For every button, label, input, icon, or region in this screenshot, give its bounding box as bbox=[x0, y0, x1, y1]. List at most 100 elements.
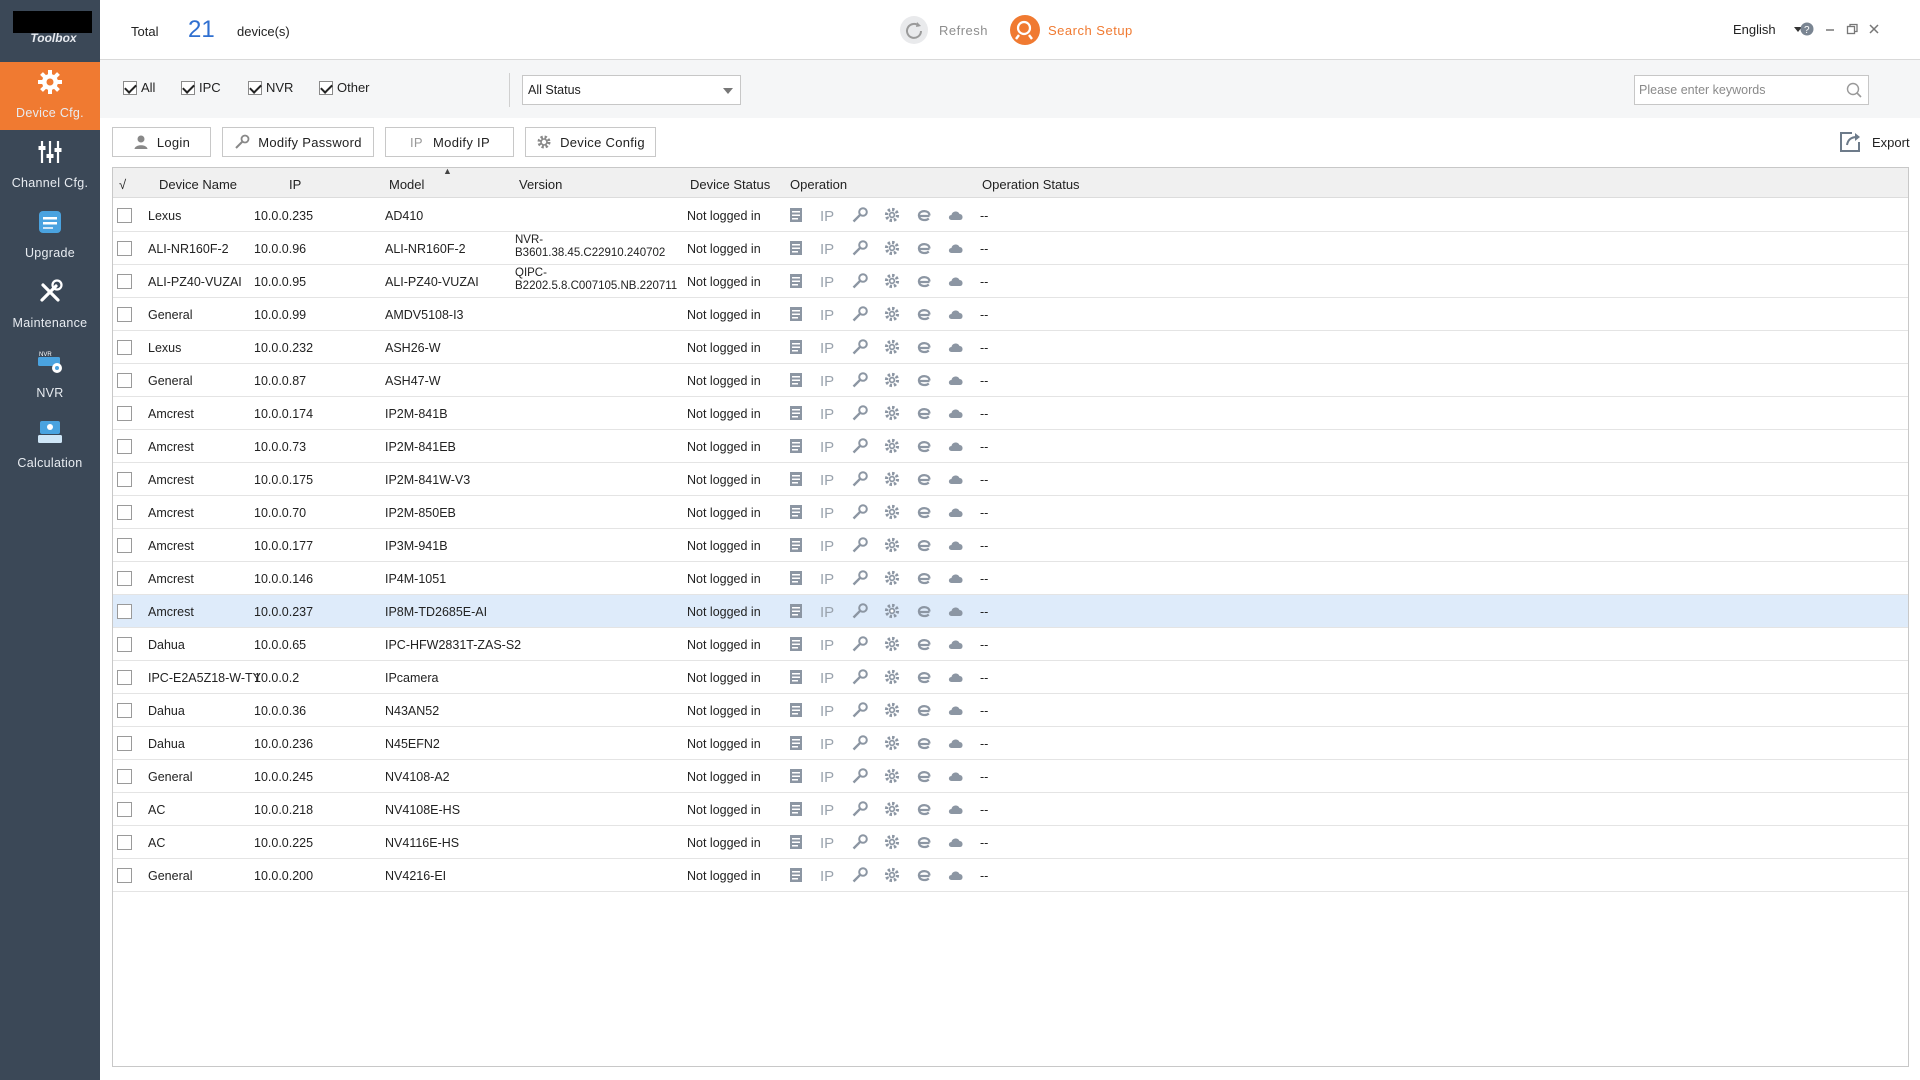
gear-icon[interactable] bbox=[883, 569, 901, 587]
restore-icon[interactable] bbox=[1845, 22, 1859, 36]
details-icon[interactable] bbox=[787, 206, 805, 224]
cloud-icon[interactable] bbox=[947, 503, 965, 521]
key-icon[interactable] bbox=[851, 701, 869, 719]
row-checkbox[interactable] bbox=[117, 274, 132, 289]
sidebar-item-nvr[interactable]: NVR NVR bbox=[0, 342, 100, 410]
details-icon[interactable] bbox=[787, 833, 805, 851]
status-select[interactable]: All Status bbox=[522, 75, 741, 105]
checkbox[interactable] bbox=[181, 80, 195, 95]
column-header-model[interactable]: Model bbox=[389, 177, 424, 192]
ip-icon[interactable]: IP bbox=[819, 668, 837, 687]
gear-icon[interactable] bbox=[883, 536, 901, 554]
table-row[interactable]: IPC-E2A5Z18-W-TY 10.0.0.2 IPcamera Not logg… bbox=[113, 661, 1908, 694]
cloud-icon[interactable] bbox=[947, 239, 965, 257]
details-icon[interactable] bbox=[787, 635, 805, 653]
details-icon[interactable] bbox=[787, 404, 805, 422]
row-checkbox[interactable] bbox=[117, 604, 132, 619]
column-header-select-all[interactable]: √ bbox=[119, 177, 126, 192]
row-checkbox[interactable] bbox=[117, 340, 132, 355]
ip-icon[interactable]: IP bbox=[819, 833, 837, 852]
filter-all-checkbox[interactable]: All bbox=[123, 80, 155, 95]
key-icon[interactable] bbox=[851, 833, 869, 851]
gear-icon[interactable] bbox=[883, 833, 901, 851]
details-icon[interactable] bbox=[787, 602, 805, 620]
cloud-icon[interactable] bbox=[947, 635, 965, 653]
browser-icon[interactable] bbox=[915, 305, 933, 323]
details-icon[interactable] bbox=[787, 371, 805, 389]
browser-icon[interactable] bbox=[915, 239, 933, 257]
ip-icon[interactable]: IP bbox=[819, 866, 837, 885]
cloud-icon[interactable] bbox=[947, 701, 965, 719]
browser-icon[interactable] bbox=[915, 470, 933, 488]
browser-icon[interactable] bbox=[915, 371, 933, 389]
browser-icon[interactable] bbox=[915, 404, 933, 422]
table-row[interactable]: Amcrest 10.0.0.70 IP2M-850EB Not logged in I… bbox=[113, 496, 1908, 529]
search-input[interactable] bbox=[1636, 77, 1836, 103]
row-checkbox[interactable] bbox=[117, 835, 132, 850]
browser-icon[interactable] bbox=[915, 503, 933, 521]
login-button[interactable]: Login bbox=[112, 127, 211, 157]
sidebar-item-maintenance[interactable]: Maintenance bbox=[0, 272, 100, 340]
row-checkbox[interactable] bbox=[117, 637, 132, 652]
browser-icon[interactable] bbox=[915, 833, 933, 851]
ip-icon[interactable]: IP bbox=[819, 701, 837, 720]
details-icon[interactable] bbox=[787, 272, 805, 290]
details-icon[interactable] bbox=[787, 437, 805, 455]
browser-icon[interactable] bbox=[915, 734, 933, 752]
checkbox[interactable] bbox=[319, 80, 333, 95]
column-header-ip[interactable]: IP bbox=[289, 177, 301, 192]
browser-icon[interactable] bbox=[915, 206, 933, 224]
table-row[interactable]: Amcrest 10.0.0.146 IP4M-1051 Not logged in I… bbox=[113, 562, 1908, 595]
row-checkbox[interactable] bbox=[117, 472, 132, 487]
gear-icon[interactable] bbox=[883, 701, 901, 719]
ip-icon[interactable]: IP bbox=[819, 371, 837, 390]
cloud-icon[interactable] bbox=[947, 668, 965, 686]
details-icon[interactable] bbox=[787, 701, 805, 719]
ip-icon[interactable]: IP bbox=[819, 206, 837, 225]
table-row[interactable]: ALI-NR160F-2 10.0.0.96 ALI-NR160F-2 NVR-B36… bbox=[113, 232, 1908, 265]
row-checkbox[interactable] bbox=[117, 439, 132, 454]
table-row[interactable]: AC 10.0.0.225 NV4116E-HS Not logged in IP -- bbox=[113, 826, 1908, 859]
key-icon[interactable] bbox=[851, 635, 869, 653]
browser-icon[interactable] bbox=[915, 800, 933, 818]
gear-icon[interactable] bbox=[883, 437, 901, 455]
help-icon[interactable]: ? bbox=[1800, 22, 1814, 36]
gear-icon[interactable] bbox=[883, 305, 901, 323]
details-icon[interactable] bbox=[787, 767, 805, 785]
table-row[interactable]: General 10.0.0.200 NV4216-EI Not logged in I… bbox=[113, 859, 1908, 892]
gear-icon[interactable] bbox=[883, 503, 901, 521]
filter-nvr-checkbox[interactable]: NVR bbox=[248, 80, 293, 95]
modify-ip-button[interactable]: IP Modify IP bbox=[385, 127, 514, 157]
details-icon[interactable] bbox=[787, 866, 805, 884]
gear-icon[interactable] bbox=[883, 239, 901, 257]
details-icon[interactable] bbox=[787, 536, 805, 554]
details-icon[interactable] bbox=[787, 239, 805, 257]
cloud-icon[interactable] bbox=[947, 206, 965, 224]
cloud-icon[interactable] bbox=[947, 734, 965, 752]
ip-icon[interactable]: IP bbox=[819, 338, 837, 357]
cloud-icon[interactable] bbox=[947, 470, 965, 488]
table-row[interactable]: Lexus 10.0.0.235 AD410 Not logged in IP -- bbox=[113, 199, 1908, 232]
row-checkbox[interactable] bbox=[117, 868, 132, 883]
cloud-icon[interactable] bbox=[947, 404, 965, 422]
row-checkbox[interactable] bbox=[117, 373, 132, 388]
browser-icon[interactable] bbox=[915, 668, 933, 686]
browser-icon[interactable] bbox=[915, 602, 933, 620]
details-icon[interactable] bbox=[787, 734, 805, 752]
browser-icon[interactable] bbox=[915, 272, 933, 290]
minimize-icon[interactable] bbox=[1823, 22, 1837, 36]
ip-icon[interactable]: IP bbox=[819, 503, 837, 522]
gear-icon[interactable] bbox=[883, 668, 901, 686]
sidebar-item-calculation[interactable]: Calculation bbox=[0, 412, 100, 480]
cloud-icon[interactable] bbox=[947, 602, 965, 620]
details-icon[interactable] bbox=[787, 569, 805, 587]
key-icon[interactable] bbox=[851, 305, 869, 323]
key-icon[interactable] bbox=[851, 767, 869, 785]
cloud-icon[interactable] bbox=[947, 767, 965, 785]
ip-icon[interactable]: IP bbox=[819, 602, 837, 621]
browser-icon[interactable] bbox=[915, 866, 933, 884]
export-button[interactable]: Export bbox=[1838, 130, 1910, 154]
filter-other-checkbox[interactable]: Other bbox=[319, 80, 370, 95]
cloud-icon[interactable] bbox=[947, 338, 965, 356]
browser-icon[interactable] bbox=[915, 338, 933, 356]
